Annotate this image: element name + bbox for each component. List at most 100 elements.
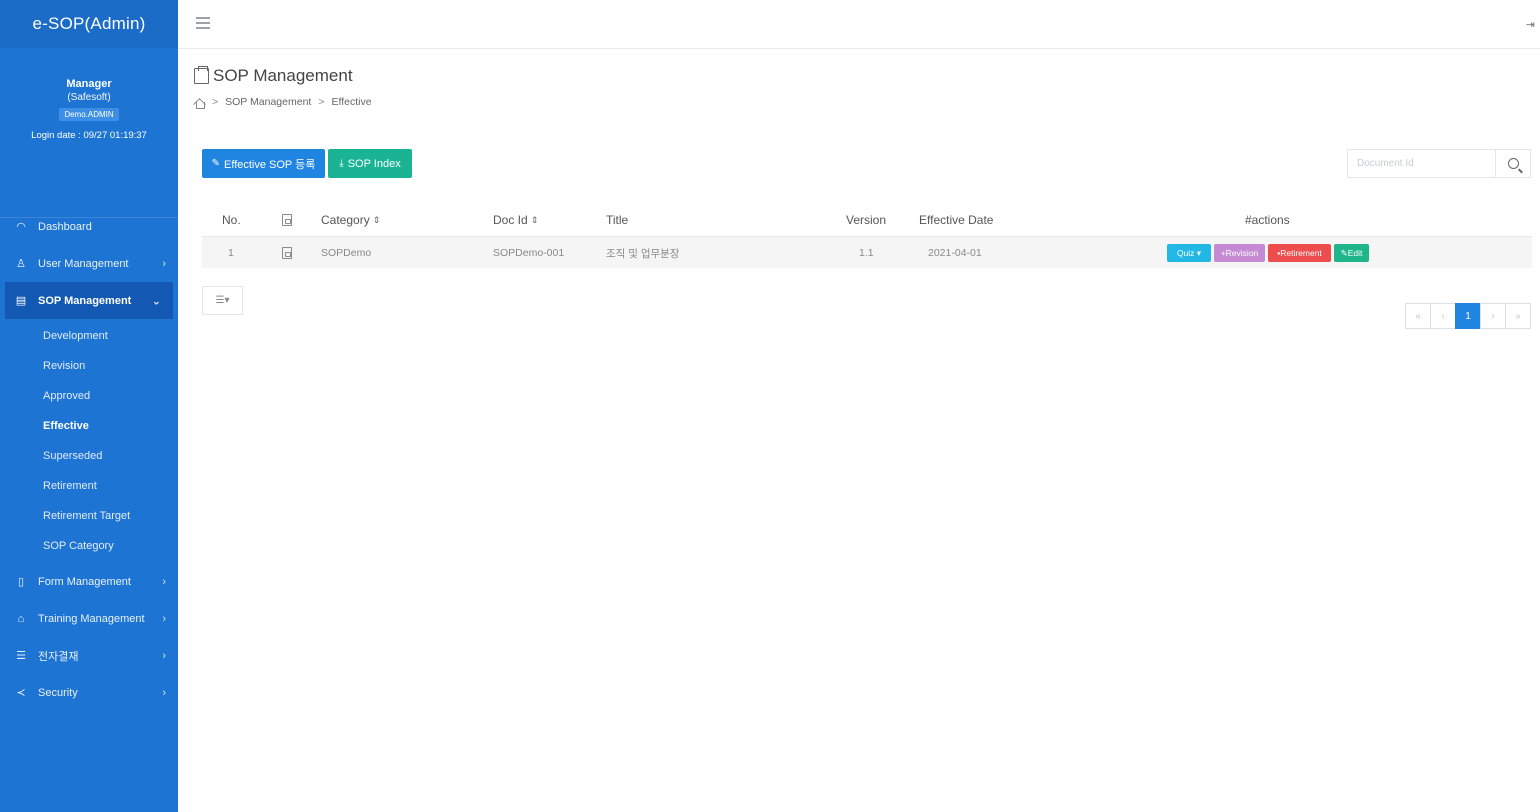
logout-icon[interactable]: ⇥ [1526, 18, 1535, 31]
submenu-item-approved[interactable]: Approved [0, 381, 178, 411]
pagination-prev-button[interactable]: ‹ [1430, 303, 1456, 329]
pagination: « ‹ 1 › » [1405, 303, 1531, 329]
user-name: Manager [66, 78, 112, 90]
sidebar-item-approval[interactable]: ☰ 전자결재 › [0, 637, 178, 674]
chevron-right-icon: › [162, 257, 166, 270]
button-label: Revision [1225, 248, 1259, 258]
dashboard-icon: ◠ [16, 221, 26, 233]
institution-icon: ⌂ [17, 612, 25, 625]
submenu-item-revision[interactable]: Revision [0, 351, 178, 381]
user-company: (Safesoft) [67, 92, 111, 103]
edit-button[interactable]: ✎ Edit [1334, 244, 1369, 262]
pagination-next-button[interactable]: › [1480, 303, 1506, 329]
header-file [282, 204, 292, 236]
table-header-row: No. Category ⇕ Doc Id ⇕ Title Version Ef… [202, 204, 1532, 236]
menu-toggle-icon[interactable] [196, 17, 210, 30]
pagination-first-button[interactable]: « [1405, 303, 1431, 329]
clipboard-icon [194, 66, 209, 84]
pencil-icon: ✎ [1340, 247, 1348, 258]
search-button[interactable] [1495, 149, 1531, 178]
cell-no: 1 [228, 247, 234, 259]
document-id-search-input[interactable] [1347, 149, 1495, 178]
breadcrumb-item-effective: Effective [331, 96, 372, 108]
sidebar: e-SOP(Admin) Manager (Safesoft) Demo.ADM… [0, 0, 178, 812]
retirement-button[interactable]: ▪ Retirement [1268, 244, 1331, 262]
submenu-item-retirement-target[interactable]: Retirement Target [0, 501, 178, 531]
sidebar-menu: ◠ Dashboard ♙ User Management › ▤ SOP Ma… [0, 208, 178, 711]
header-doc-id[interactable]: Doc Id ⇕ [493, 204, 538, 236]
file-icon: ▯ [17, 576, 25, 588]
cell-actions: Quiz ▾ + Revision ▪ Retirement ✎ Edit [1167, 237, 1372, 269]
sop-index-button[interactable]: ⤓ SOP Index [328, 149, 412, 178]
submenu-item-effective[interactable]: Effective [0, 411, 178, 441]
sidebar-item-user-management[interactable]: ♙ User Management › [0, 245, 178, 282]
top-bar: ⇥ [178, 0, 1540, 49]
chevron-right-icon: › [162, 649, 166, 662]
header-effective-date: Effective Date [919, 213, 994, 227]
button-label: SOP Index [347, 157, 401, 170]
header-version: Version [846, 213, 887, 227]
sidebar-item-label: Form Management [38, 575, 131, 588]
cell-category: SOPDemo [321, 247, 372, 259]
sop-submenu: Development Revision Approved Effective … [0, 319, 178, 563]
role-badge: Demo.ADMIN [59, 108, 119, 121]
cell-doc-id: SOPDemo-001 [493, 247, 565, 259]
table-row: 1 SOPDemo SOPDemo-001 조직 및 업무분장 1.1 2021… [202, 236, 1532, 268]
app-root: e-SOP(Admin) Manager (Safesoft) Demo.ADM… [0, 0, 1540, 812]
download-icon: ⤓ [339, 158, 344, 169]
search-group [1347, 149, 1531, 178]
login-date: Login date : 09/27 01:19:37 [31, 130, 147, 141]
header-category[interactable]: Category ⇕ [321, 204, 380, 236]
breadcrumb-item-sop-management[interactable]: SOP Management [225, 96, 311, 108]
chevron-down-icon: ⌄ [151, 295, 161, 307]
register-effective-sop-button[interactable]: ✎ Effective SOP 등록 [202, 149, 325, 178]
chevron-right-icon: › [162, 575, 166, 588]
breadcrumb-separator-icon: > [212, 96, 219, 108]
sidebar-item-label: Training Management [38, 612, 145, 625]
pdf-file-icon[interactable] [282, 247, 292, 259]
page-title-text: SOP Management [213, 66, 353, 85]
caret-down-icon: ▾ [224, 295, 230, 306]
submenu-item-superseded[interactable]: Superseded [0, 441, 178, 471]
sidebar-item-label: 전자결재 [38, 650, 79, 663]
header-label: Doc Id [493, 213, 528, 227]
clipboard-icon: ▤ [15, 295, 27, 307]
brand-title[interactable]: e-SOP(Admin) [0, 0, 178, 48]
button-label: Edit [1347, 248, 1363, 258]
share-icon: ≺ [16, 687, 26, 699]
cell-version: 1.1 [859, 247, 874, 259]
submenu-item-retirement[interactable]: Retirement [0, 471, 178, 501]
cell-title: 조직 및 업무분장 [606, 247, 680, 260]
chevron-right-icon: › [162, 686, 166, 699]
revision-button[interactable]: + Revision [1214, 244, 1265, 262]
breadcrumb: > SOP Management > Effective [194, 96, 372, 109]
pencil-icon: ✎ [211, 158, 220, 169]
main-content: SOP Management > SOP Management > Effect… [178, 49, 1540, 812]
sidebar-item-label: Dashboard [38, 220, 92, 233]
quiz-dropdown-button[interactable]: Quiz ▾ [1167, 244, 1211, 262]
pagination-last-button[interactable]: » [1505, 303, 1531, 329]
search-icon [1507, 158, 1519, 169]
sidebar-item-security[interactable]: ≺ Security › [0, 674, 178, 711]
button-label: Effective SOP 등록 [224, 158, 316, 171]
header-no: No. [222, 213, 241, 227]
cell-file[interactable] [282, 237, 292, 269]
sidebar-item-training-management[interactable]: ⌂ Training Management › [0, 600, 178, 637]
page-title: SOP Management [194, 66, 353, 86]
list-icon: ☰ [215, 295, 225, 306]
pdf-file-icon [282, 214, 292, 226]
sidebar-item-form-management[interactable]: ▯ Form Management › [0, 563, 178, 600]
button-label: Retirement [1280, 248, 1322, 258]
sidebar-item-label: User Management [38, 257, 129, 270]
submenu-item-development[interactable]: Development [0, 321, 178, 351]
sidebar-item-dashboard[interactable]: ◠ Dashboard [0, 208, 178, 245]
list-icon: ☰ [16, 650, 26, 662]
home-icon[interactable] [194, 97, 205, 109]
cell-effective-date: 2021-04-01 [928, 247, 982, 259]
user-profile: Manager (Safesoft) Demo.ADMIN Login date… [0, 48, 178, 218]
submenu-item-sop-category[interactable]: SOP Category [0, 531, 178, 561]
header-title: Title [606, 213, 629, 227]
sidebar-item-sop-management[interactable]: ▤ SOP Management ⌄ [5, 282, 173, 319]
column-toggle-button[interactable]: ☰ ▾ [202, 286, 243, 315]
pagination-page-button[interactable]: 1 [1455, 303, 1481, 329]
